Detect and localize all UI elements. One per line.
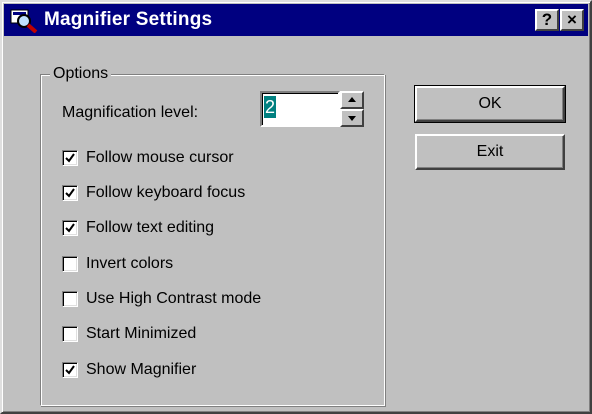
show-magnifier-label: Show Magnifier [86, 361, 197, 378]
high-contrast-mode-label: Use High Contrast mode [86, 290, 262, 307]
follow-keyboard-focus-label: Follow keyboard focus [86, 184, 246, 201]
magnification-level-value: 2 [264, 96, 277, 118]
follow-mouse-cursor-label: Follow mouse cursor [86, 149, 234, 166]
window-title: Magnifier Settings [44, 9, 213, 30]
start-minimized-label: Start Minimized [86, 325, 197, 342]
invert-colors-checkbox[interactable] [62, 256, 78, 272]
magnifier-icon [10, 9, 38, 33]
spin-up-button[interactable] [340, 91, 364, 109]
checkmark-icon [65, 365, 75, 375]
ok-button[interactable]: OK [414, 85, 566, 123]
high-contrast-mode-checkbox[interactable] [62, 291, 78, 307]
invert-colors-label: Invert colors [86, 255, 174, 272]
checkmark-icon [65, 153, 75, 163]
magnifier-settings-dialog: Magnifier Settings ? × Options Magnifica… [0, 0, 592, 414]
checkmark-icon [65, 188, 75, 198]
follow-mouse-cursor-checkbox[interactable] [62, 150, 78, 166]
show-magnifier-checkbox[interactable] [62, 362, 78, 378]
follow-text-editing-checkbox[interactable] [62, 220, 78, 236]
start-minimized-checkbox[interactable] [62, 326, 78, 342]
spin-down-button[interactable] [340, 109, 364, 127]
arrow-down-icon [348, 116, 356, 121]
help-button[interactable]: ? [535, 9, 559, 31]
magnification-level-label: Magnification level: [62, 104, 199, 121]
magnification-level-input[interactable]: 2 [260, 91, 340, 127]
title-bar[interactable]: Magnifier Settings ? × [4, 4, 588, 36]
follow-text-editing-label: Follow text editing [86, 219, 215, 236]
arrow-up-icon [348, 97, 356, 102]
checkmark-icon [65, 223, 75, 233]
options-group-title: Options [50, 64, 112, 84]
follow-keyboard-focus-checkbox[interactable] [62, 185, 78, 201]
exit-button[interactable]: Exit [415, 134, 565, 170]
close-button[interactable]: × [560, 9, 584, 31]
